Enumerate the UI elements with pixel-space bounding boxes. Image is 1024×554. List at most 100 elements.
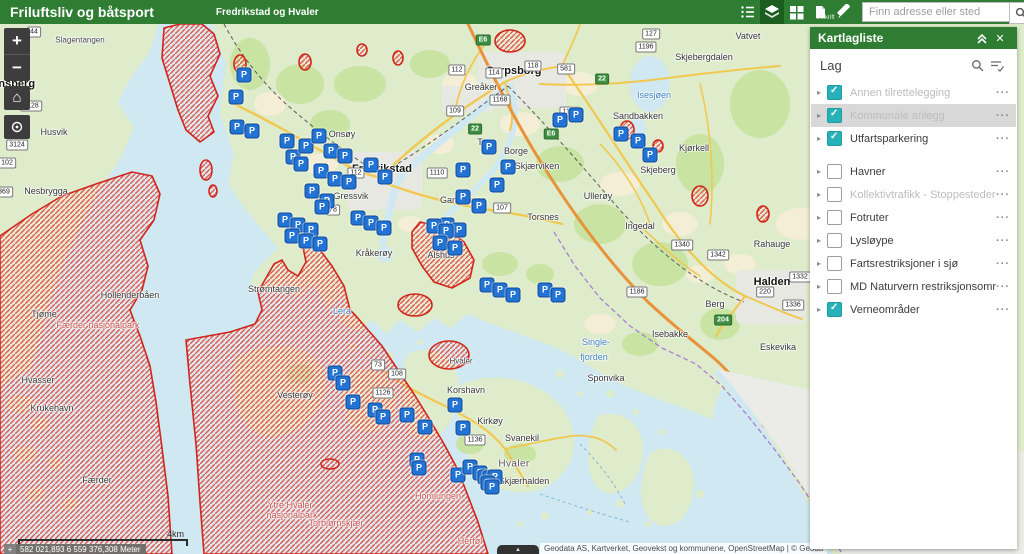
parking-marker[interactable]: P [485, 480, 500, 495]
draw-button[interactable] [832, 0, 856, 24]
parking-marker[interactable]: P [551, 288, 566, 303]
basemap-button[interactable] [784, 0, 808, 24]
zoom-in-button[interactable]: + [4, 28, 30, 54]
expand-arrow-icon[interactable]: ▸ [817, 282, 827, 291]
layer-menu-icon[interactable]: ··· [996, 166, 1010, 178]
parking-marker[interactable]: P [324, 144, 339, 159]
layer-menu-icon[interactable]: ··· [996, 87, 1010, 99]
parking-marker[interactable]: P [378, 170, 393, 185]
layer-checkbox[interactable] [827, 256, 842, 271]
layer-checkbox[interactable] [827, 233, 842, 248]
expand-arrow-icon[interactable]: ▸ [817, 236, 827, 245]
expand-arrow-icon[interactable]: ▸ [817, 167, 827, 176]
parking-marker[interactable]: P [569, 108, 584, 123]
parking-marker[interactable]: P [490, 178, 505, 193]
parking-marker[interactable]: P [452, 223, 467, 238]
parking-marker[interactable]: P [412, 461, 427, 476]
layer-row[interactable]: ▸ Verneområder ··· [811, 298, 1016, 321]
parking-marker[interactable]: P [631, 134, 646, 149]
parking-marker[interactable]: P [418, 420, 433, 435]
layer-row[interactable]: ▸ Havner ··· [811, 160, 1016, 183]
layer-filter-button[interactable] [987, 55, 1007, 75]
layer-menu-icon[interactable]: ··· [996, 212, 1010, 224]
collapse-button[interactable] [973, 29, 991, 47]
parking-marker[interactable]: P [280, 134, 295, 149]
layer-row[interactable]: ▸ Lysløype ··· [811, 229, 1016, 252]
home-button[interactable]: ⌂ [4, 86, 30, 110]
layer-row[interactable]: ▸ Annen tilrettelegging ··· [811, 81, 1016, 104]
parking-marker[interactable]: P [230, 120, 245, 135]
layer-checkbox[interactable] [827, 131, 842, 146]
parking-marker[interactable]: P [312, 129, 327, 144]
parking-marker[interactable]: P [448, 241, 463, 256]
attribution-toggle[interactable]: ▲ [497, 545, 539, 554]
parking-marker[interactable]: P [506, 288, 521, 303]
legend-button[interactable] [736, 0, 760, 24]
layer-search-button[interactable] [967, 55, 987, 75]
expand-arrow-icon[interactable]: ▸ [817, 88, 827, 97]
zoom-out-button[interactable]: − [4, 55, 30, 81]
parking-marker[interactable]: P [314, 164, 329, 179]
parking-marker[interactable]: P [456, 421, 471, 436]
search-input[interactable] [862, 2, 1009, 22]
parking-marker[interactable]: P [336, 376, 351, 391]
layers-button[interactable] [760, 0, 784, 24]
parking-marker[interactable]: P [346, 395, 361, 410]
layer-checkbox[interactable] [827, 279, 842, 294]
layer-menu-icon[interactable]: ··· [996, 235, 1010, 247]
parking-marker[interactable]: P [400, 408, 415, 423]
layer-checkbox[interactable] [827, 85, 842, 100]
expand-arrow-icon[interactable]: ▸ [817, 190, 827, 199]
parking-marker[interactable]: P [456, 190, 471, 205]
print-button[interactable]: Utskrift [808, 0, 832, 24]
close-button[interactable]: ✕ [991, 29, 1009, 47]
crosshair-icon[interactable]: + [4, 544, 16, 554]
layer-menu-icon[interactable]: ··· [996, 110, 1010, 122]
expand-arrow-icon[interactable]: ▸ [817, 259, 827, 268]
layer-menu-icon[interactable]: ··· [996, 281, 1010, 293]
parking-marker[interactable]: P [553, 113, 568, 128]
parking-marker[interactable]: P [482, 140, 497, 155]
layer-row[interactable]: ▸ Fotruter ··· [811, 206, 1016, 229]
expand-arrow-icon[interactable]: ▸ [817, 111, 827, 120]
parking-marker[interactable]: P [472, 199, 487, 214]
parking-marker[interactable]: P [433, 236, 448, 251]
parking-marker[interactable]: P [305, 184, 320, 199]
parking-marker[interactable]: P [364, 158, 379, 173]
layer-menu-icon[interactable]: ··· [996, 189, 1010, 201]
layer-menu-icon[interactable]: ··· [996, 258, 1010, 270]
layer-row[interactable]: ▸ MD Naturvern restriksjonsområde ··· [811, 275, 1016, 298]
parking-marker[interactable]: P [237, 68, 252, 83]
layer-checkbox[interactable] [827, 187, 842, 202]
parking-marker[interactable]: P [448, 398, 463, 413]
parking-marker[interactable]: P [643, 148, 658, 163]
parking-marker[interactable]: P [245, 124, 260, 139]
layer-checkbox[interactable] [827, 302, 842, 317]
search-button[interactable] [1009, 2, 1024, 24]
parking-marker[interactable]: P [294, 157, 309, 172]
parking-marker[interactable]: P [315, 200, 330, 215]
expand-arrow-icon[interactable]: ▸ [817, 213, 827, 222]
layer-row[interactable]: ▸ Kommunale anlegg ··· [811, 104, 1016, 127]
parking-marker[interactable]: P [456, 163, 471, 178]
layer-row[interactable]: ▸ Kollektivtrafikk - Stoppesteder ··· [811, 183, 1016, 206]
parking-marker[interactable]: P [328, 172, 343, 187]
layer-row[interactable]: ▸ Utfartsparkering ··· [811, 127, 1016, 150]
zoom-control[interactable]: + − [4, 28, 30, 81]
layer-checkbox[interactable] [827, 164, 842, 179]
parking-marker[interactable]: P [313, 237, 328, 252]
layer-menu-icon[interactable]: ··· [996, 133, 1010, 145]
expand-arrow-icon[interactable]: ▸ [817, 305, 827, 314]
layer-checkbox[interactable] [827, 210, 842, 225]
layer-checkbox[interactable] [827, 108, 842, 123]
parking-marker[interactable]: P [614, 127, 629, 142]
parking-marker[interactable]: P [342, 175, 357, 190]
layer-row[interactable]: ▸ Fartsrestriksjoner i sjø ··· [811, 252, 1016, 275]
parking-marker[interactable]: P [229, 90, 244, 105]
parking-marker[interactable]: P [501, 160, 516, 175]
parking-marker[interactable]: P [377, 221, 392, 236]
parking-marker[interactable]: P [299, 234, 314, 249]
parking-marker[interactable]: P [376, 410, 391, 425]
expand-arrow-icon[interactable]: ▸ [817, 134, 827, 143]
locate-button[interactable] [4, 115, 30, 139]
